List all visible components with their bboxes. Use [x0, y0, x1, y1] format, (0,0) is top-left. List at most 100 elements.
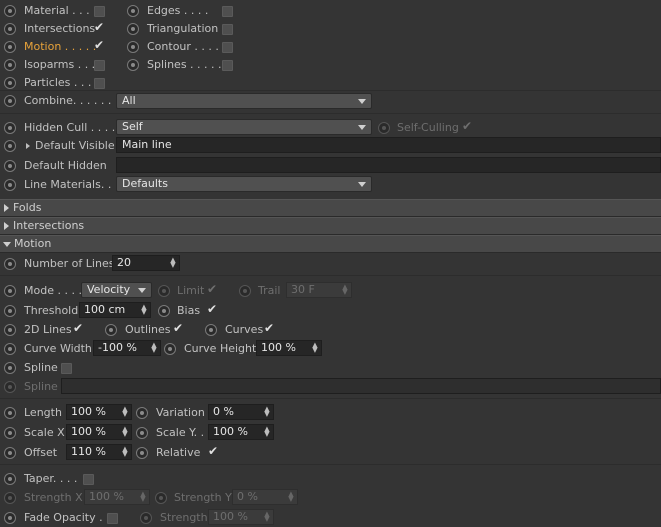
variation-input[interactable]: 0 % ▲ ▼	[208, 404, 274, 420]
stepper-arrows-icon[interactable]: ▲ ▼	[170, 257, 176, 269]
splines-label: Splines . . . . .	[147, 58, 222, 71]
bias-checkbox[interactable]: ✔	[206, 303, 218, 316]
offset-radio-icon[interactable]	[4, 447, 16, 459]
motion-radio-icon[interactable]	[4, 41, 16, 53]
scale-x-input[interactable]: 100 % ▲ ▼	[66, 424, 132, 440]
spline-link-radio-icon[interactable]	[4, 381, 16, 393]
motion-checkbox[interactable]: ✔	[93, 39, 105, 52]
relative-radio-icon[interactable]	[136, 447, 148, 459]
2d-lines-checkbox[interactable]: ✔	[72, 322, 84, 335]
number-of-lines-radio-icon[interactable]	[4, 258, 16, 270]
section-folds[interactable]: Folds	[0, 199, 661, 217]
stepper-arrows-icon[interactable]: ▲ ▼	[264, 406, 270, 418]
intersections-checkbox[interactable]: ✔	[93, 21, 105, 34]
intersections-radio-icon[interactable]	[4, 23, 16, 35]
divider	[0, 90, 661, 91]
default-visible-field[interactable]: Main line	[116, 137, 661, 153]
edges-checkbox[interactable]	[222, 6, 233, 17]
2d-lines-radio-icon[interactable]	[4, 324, 16, 336]
section-motion[interactable]: Motion	[0, 235, 661, 253]
line-materials-dropdown[interactable]: Defaults	[116, 176, 372, 192]
fade-strength-radio-icon[interactable]	[140, 512, 152, 524]
bias-radio-icon[interactable]	[158, 305, 170, 317]
line-materials-radio-icon[interactable]	[4, 179, 16, 191]
hidden-cull-dropdown[interactable]: Self	[116, 119, 372, 135]
outlines-checkbox[interactable]: ✔	[172, 322, 184, 335]
strength-x-input[interactable]: 100 % ▲ ▼	[84, 489, 150, 505]
number-of-lines-input[interactable]: 20 ▲ ▼	[112, 255, 180, 271]
expand-arrow-icon[interactable]	[26, 143, 30, 149]
stepper-arrows-icon[interactable]: ▲ ▼	[264, 426, 270, 438]
stepper-arrows-icon[interactable]: ▲ ▼	[122, 426, 128, 438]
length-radio-icon[interactable]	[4, 407, 16, 419]
spline-radio-icon[interactable]	[4, 362, 16, 374]
fade-opacity-radio-icon[interactable]	[4, 512, 16, 524]
taper-radio-icon[interactable]	[4, 473, 16, 485]
stepper-arrows-icon[interactable]: ▲ ▼	[288, 491, 294, 503]
splines-radio-icon[interactable]	[127, 59, 139, 71]
material-radio-icon[interactable]	[4, 5, 16, 17]
combine-radio-icon[interactable]	[4, 95, 16, 107]
stepper-arrows-icon[interactable]: ▲ ▼	[342, 284, 348, 296]
strength-y-label: Strength Y	[174, 491, 232, 504]
intersections-label: Intersections	[24, 22, 96, 35]
fade-strength-input[interactable]: 100 % ▲ ▼	[208, 509, 274, 525]
material-checkbox[interactable]	[94, 6, 105, 17]
particles-radio-icon[interactable]	[4, 77, 16, 89]
combine-dropdown[interactable]: All	[116, 93, 372, 109]
section-intersections[interactable]: Intersections	[0, 217, 661, 235]
spline-checkbox[interactable]	[61, 363, 72, 374]
trail-radio-icon[interactable]	[239, 285, 251, 297]
stepper-arrows-icon[interactable]: ▲ ▼	[140, 491, 146, 503]
curve-height-radio-icon[interactable]	[164, 343, 176, 355]
curve-height-input[interactable]: 100 % ▲ ▼	[256, 340, 322, 356]
trail-input[interactable]: 30 F ▲ ▼	[286, 282, 352, 298]
strength-x-radio-icon[interactable]	[4, 492, 16, 504]
default-hidden-field[interactable]	[116, 157, 661, 173]
particles-checkbox[interactable]	[94, 78, 105, 89]
outlines-radio-icon[interactable]	[105, 324, 117, 336]
hidden-cull-radio-icon[interactable]	[4, 122, 16, 134]
curve-width-radio-icon[interactable]	[4, 343, 16, 355]
variation-radio-icon[interactable]	[136, 407, 148, 419]
edges-radio-icon[interactable]	[127, 5, 139, 17]
self-culling-radio-icon[interactable]	[378, 122, 390, 134]
curves-radio-icon[interactable]	[205, 324, 217, 336]
taper-checkbox[interactable]	[83, 474, 94, 485]
contour-checkbox[interactable]	[222, 42, 233, 53]
offset-input[interactable]: 110 % ▲ ▼	[66, 444, 132, 460]
splines-checkbox[interactable]	[222, 60, 233, 71]
curves-checkbox[interactable]: ✔	[263, 322, 275, 335]
stepper-arrows-icon[interactable]: ▲ ▼	[122, 446, 128, 458]
strength-y-radio-icon[interactable]	[155, 492, 167, 504]
default-hidden-radio-icon[interactable]	[4, 160, 16, 172]
default-visible-radio-icon[interactable]	[4, 140, 16, 152]
curve-width-input[interactable]: -100 % ▲ ▼	[93, 340, 161, 356]
spline-link-field[interactable]	[61, 378, 661, 394]
isoparms-checkbox[interactable]	[94, 60, 105, 71]
length-input[interactable]: 100 % ▲ ▼	[66, 404, 132, 420]
threshold-radio-icon[interactable]	[4, 305, 16, 317]
mode-radio-icon[interactable]	[4, 285, 16, 297]
stepper-arrows-icon[interactable]: ▲ ▼	[151, 342, 157, 354]
limit-checkbox[interactable]: ✔	[206, 283, 218, 296]
scale-x-radio-icon[interactable]	[4, 427, 16, 439]
scale-y-input[interactable]: 100 % ▲ ▼	[208, 424, 274, 440]
fade-opacity-checkbox[interactable]	[107, 513, 118, 524]
triangulation-checkbox[interactable]	[222, 24, 233, 35]
scale-y-radio-icon[interactable]	[136, 427, 148, 439]
contour-radio-icon[interactable]	[127, 41, 139, 53]
relative-checkbox[interactable]: ✔	[207, 445, 219, 458]
row-strength: Strength X 100 % ▲ ▼ Strength Y 0 % ▲ ▼	[0, 489, 661, 507]
stepper-arrows-icon[interactable]: ▲ ▼	[141, 304, 147, 316]
triangulation-radio-icon[interactable]	[127, 23, 139, 35]
limit-radio-icon[interactable]	[158, 285, 170, 297]
stepper-arrows-icon[interactable]: ▲ ▼	[264, 511, 270, 523]
stepper-arrows-icon[interactable]: ▲ ▼	[122, 406, 128, 418]
stepper-arrows-icon[interactable]: ▲ ▼	[312, 342, 318, 354]
isoparms-radio-icon[interactable]	[4, 59, 16, 71]
strength-y-input[interactable]: 0 % ▲ ▼	[232, 489, 298, 505]
mode-dropdown[interactable]: Velocity	[81, 282, 152, 298]
threshold-input[interactable]: 100 cm ▲ ▼	[79, 302, 151, 318]
self-culling-checkbox[interactable]: ✔	[461, 120, 473, 133]
